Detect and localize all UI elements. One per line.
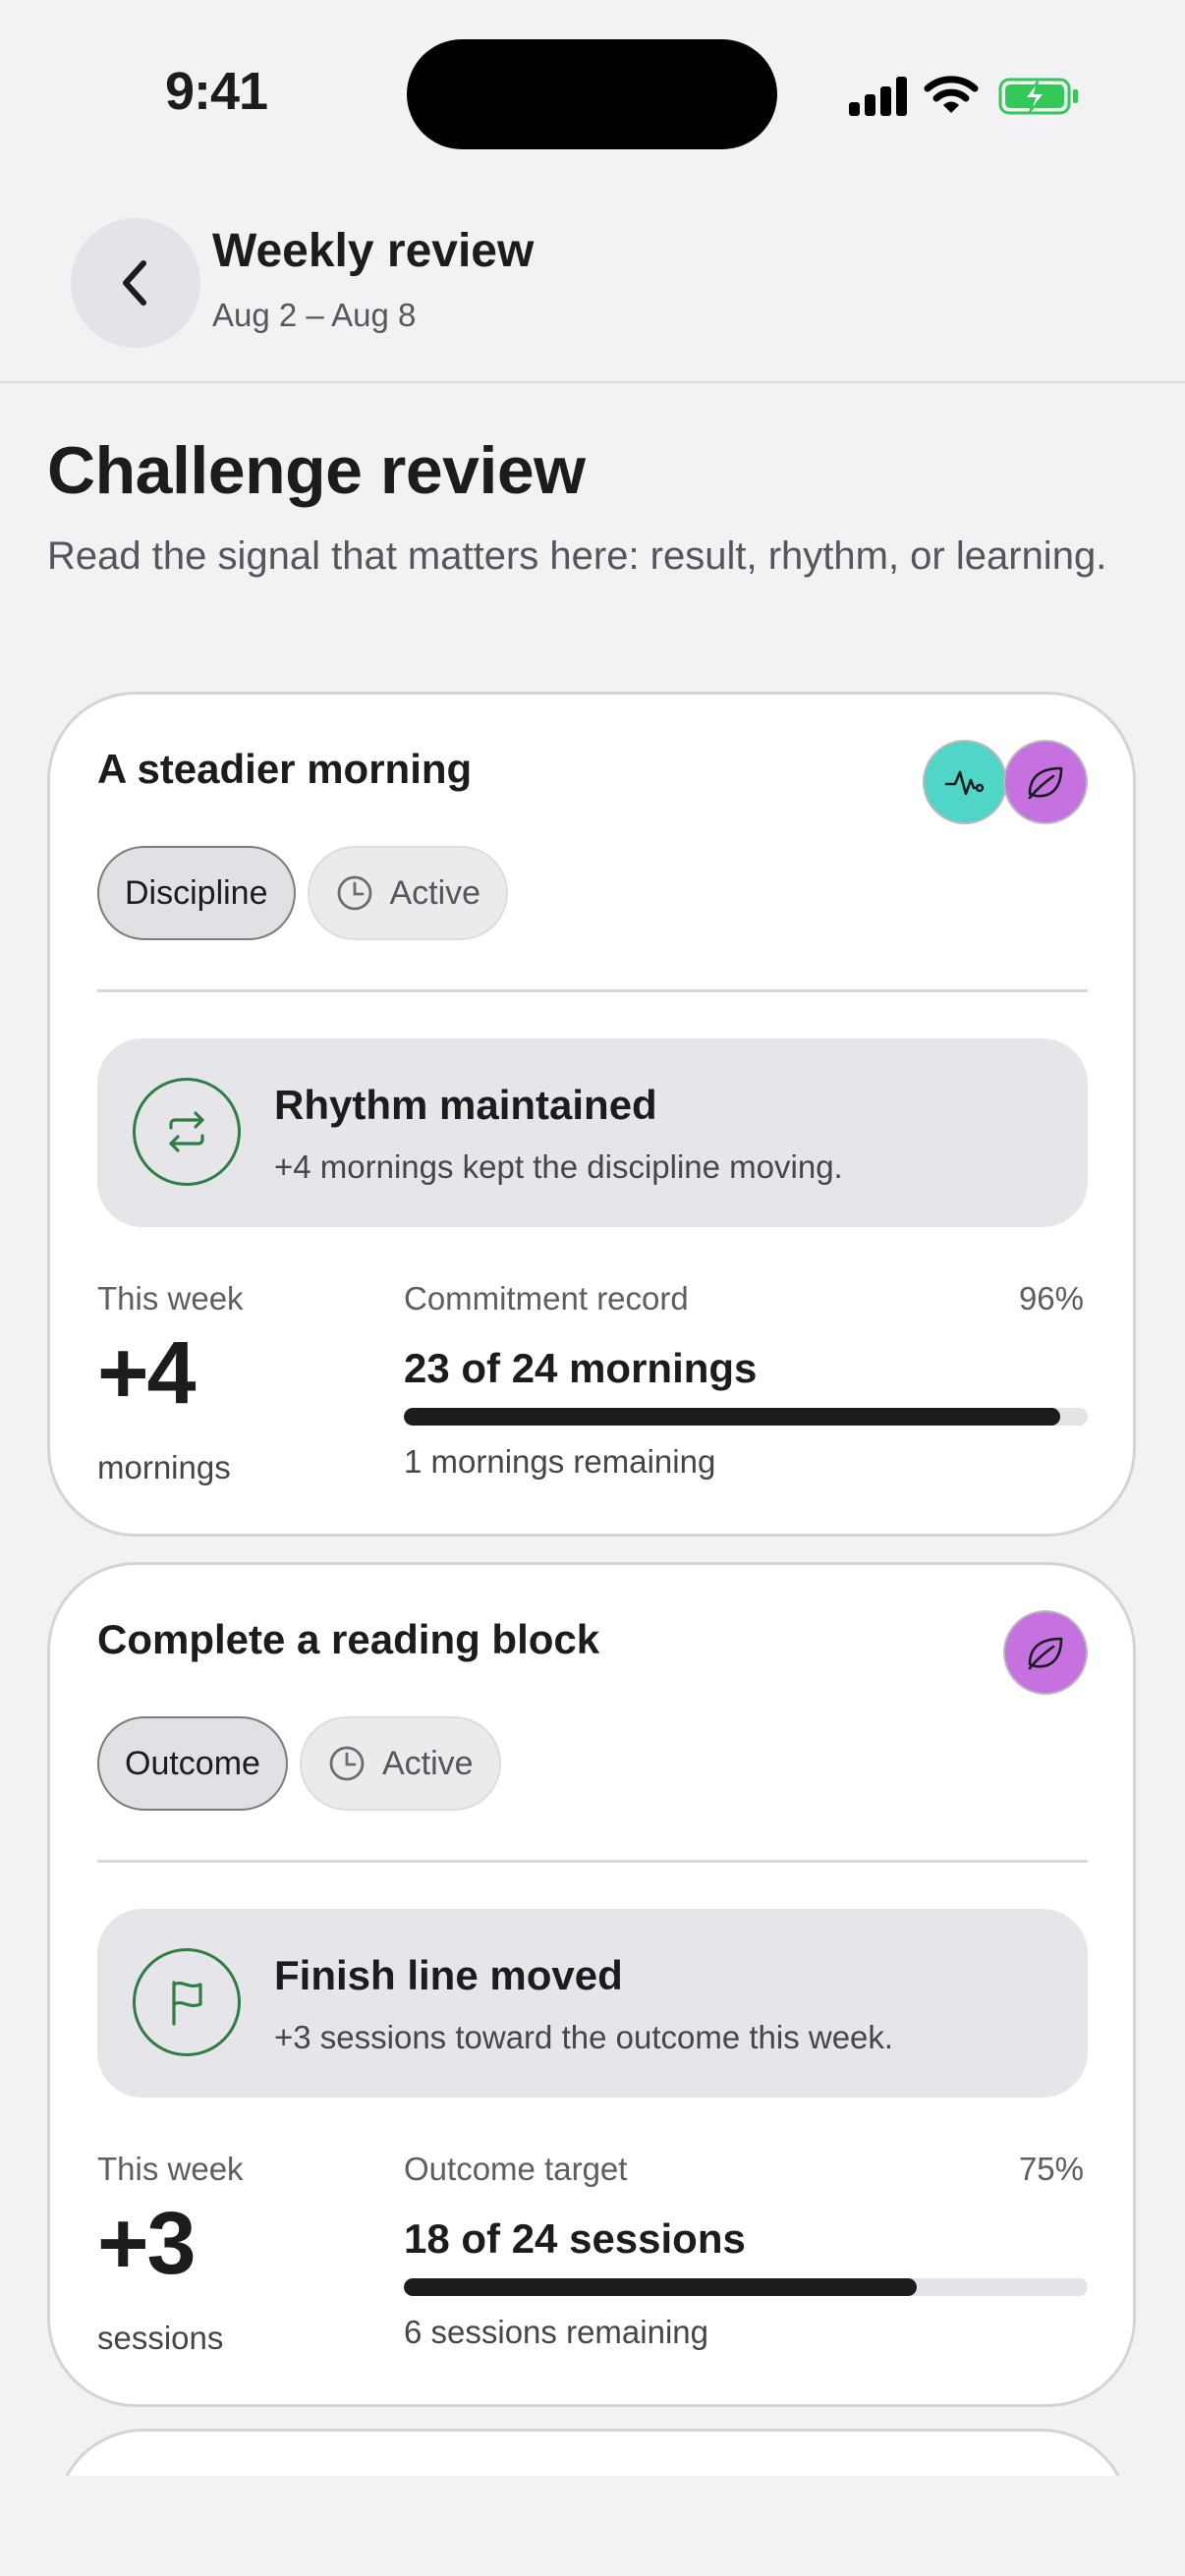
clock-icon [327, 1744, 367, 1783]
week-unit: mornings [97, 1449, 231, 1485]
leaf-icon [1003, 740, 1088, 824]
callout-title: Rhythm maintained [274, 1082, 657, 1128]
week-unit: sessions [97, 2320, 224, 2356]
status-pill[interactable]: Active [307, 846, 509, 940]
page-title: Challenge review [47, 433, 586, 508]
status-time: 9:41 [165, 62, 268, 121]
status-label: Active [389, 873, 481, 912]
back-button[interactable] [71, 218, 200, 348]
pulse-icon [923, 740, 1007, 824]
record-value: 18 of 24 sessions [404, 2215, 746, 2262]
progress-fill [404, 1408, 1061, 1426]
flag-icon [133, 1948, 241, 2056]
callout-text: +3 sessions toward the outcome this week… [274, 2019, 894, 2055]
record-value: 23 of 24 mornings [404, 1345, 758, 1391]
record-percent: 96% [1018, 1280, 1084, 1316]
bottom-fade [0, 2476, 1185, 2576]
signal-icon [849, 77, 908, 116]
remaining-text: 6 sessions remaining [404, 2314, 708, 2350]
repeat-icon [133, 1078, 241, 1186]
progress-fill [404, 2278, 917, 2296]
battery-charging-icon [998, 77, 1081, 116]
header-date-range: Aug 2 – Aug 8 [212, 297, 417, 333]
header-title: Weekly review [212, 225, 535, 277]
remaining-text: 1 mornings remaining [404, 1443, 716, 1480]
status-pill[interactable]: Active [299, 1716, 501, 1811]
challenge-card[interactable]: Complete a reading block Outcome Active [47, 1562, 1136, 2407]
dynamic-island [407, 39, 777, 149]
record-label: Commitment record [404, 1280, 689, 1316]
week-value: +3 [97, 2195, 197, 2293]
week-value: +4 [97, 1324, 197, 1423]
challenge-card[interactable]: A steadier morning Discipline Active Rhy… [47, 692, 1136, 1537]
leaf-icon [1003, 1610, 1088, 1695]
page-description: Read the signal that matters here: resul… [47, 534, 1107, 578]
status-label: Active [381, 1744, 474, 1782]
callout-text: +4 mornings kept the discipline moving. [274, 1148, 843, 1185]
challenge-title: A steadier morning [97, 746, 473, 792]
divider [97, 989, 1088, 992]
progress-bar [404, 2278, 1088, 2296]
record-label: Outcome target [404, 2151, 628, 2187]
type-pill[interactable]: Outcome [97, 1716, 288, 1811]
progress-bar [404, 1408, 1088, 1426]
record-percent: 75% [1018, 2151, 1084, 2187]
week-label: This week [97, 2151, 244, 2187]
clock-icon [335, 873, 374, 913]
type-pill[interactable]: Discipline [97, 846, 296, 940]
week-label: This week [97, 1280, 244, 1316]
insight-callout: Rhythm maintained +4 mornings kept the d… [97, 1038, 1088, 1227]
chevron-left-icon [123, 260, 146, 306]
callout-title: Finish line moved [274, 1952, 623, 1998]
wifi-icon [924, 73, 979, 116]
divider [97, 1860, 1088, 1863]
insight-callout: Finish line moved +3 sessions toward the… [97, 1909, 1088, 2098]
challenge-badges [923, 740, 1088, 824]
status-bar: 9:41 [0, 0, 1185, 187]
header: Weekly review Aug 2 – Aug 8 [0, 187, 1185, 383]
challenge-title: Complete a reading block [97, 1616, 600, 1662]
challenge-badges [1003, 1610, 1088, 1695]
